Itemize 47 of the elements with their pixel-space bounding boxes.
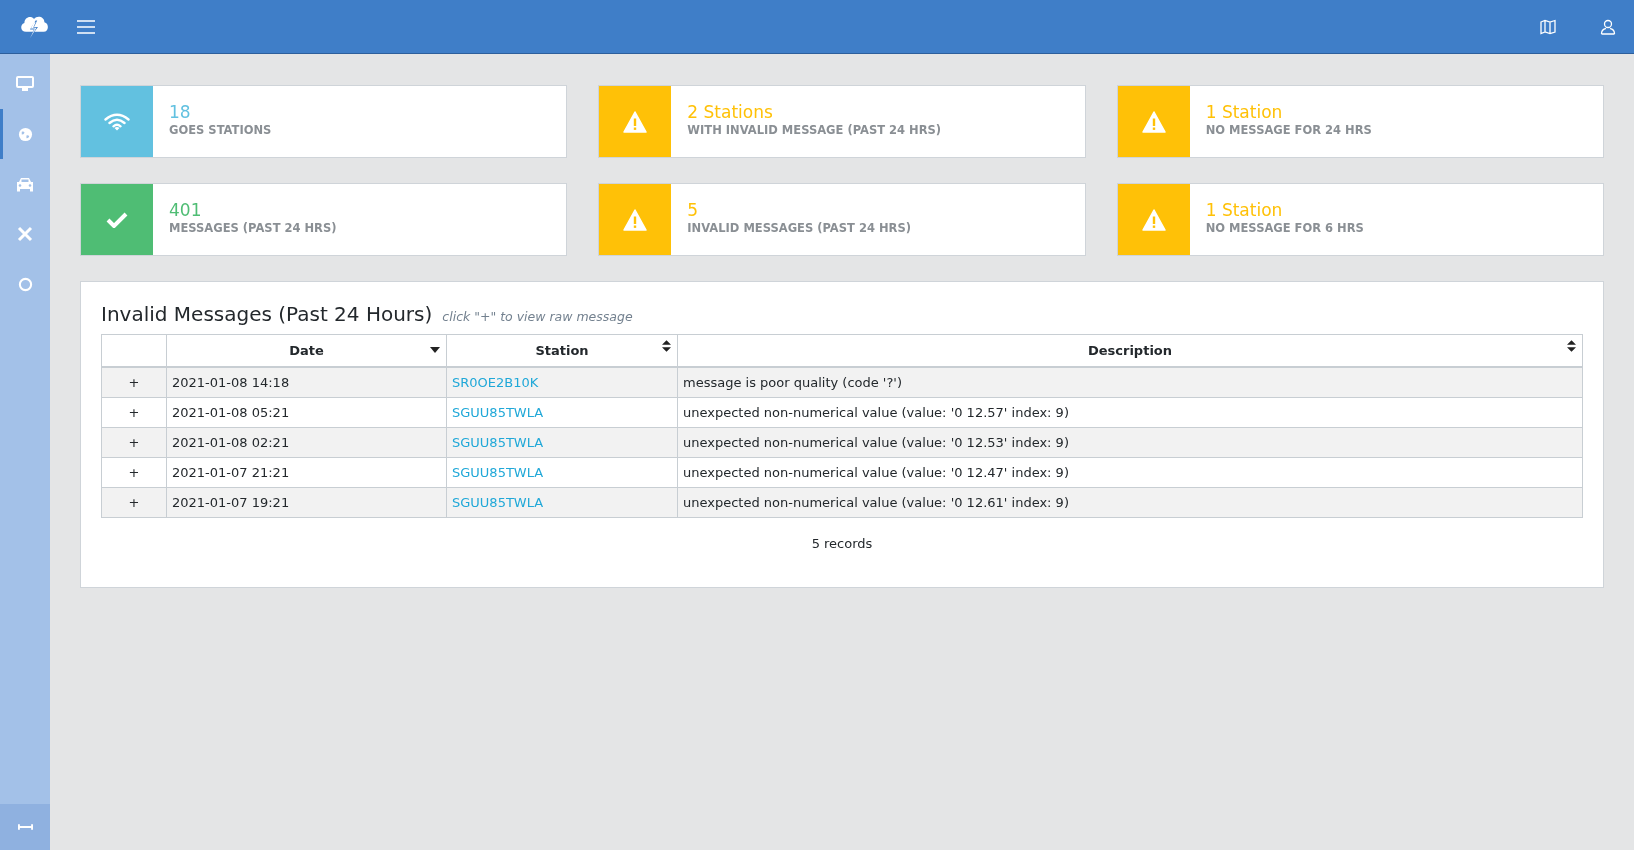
globe-icon — [17, 126, 33, 142]
description-cell: message is poor quality (code '?') — [677, 367, 1583, 398]
expand-button[interactable]: + — [126, 405, 142, 420]
stat-label: INVALID MESSAGES (PAST 24 HRS) — [687, 221, 911, 235]
stat-value: 401 — [169, 200, 203, 220]
date-cell: 2021-01-08 14:18 — [166, 367, 447, 398]
panel-title: Invalid Messages (Past 24 Hours) — [101, 302, 433, 326]
sort-descending-icon — [430, 347, 440, 353]
stat-label: WITH INVALID MESSAGE (PAST 24 HRS) — [687, 123, 942, 137]
panel-hint: click "+" to view raw message — [442, 309, 633, 324]
warning-icon — [623, 110, 648, 133]
record-count: 5 records — [811, 536, 873, 551]
description-cell: unexpected non-numerical value (value: '0 12.53' index: 9) — [677, 427, 1583, 458]
warning-icon — [1141, 110, 1166, 133]
stat-label: NO MESSAGE FOR 6 HRS — [1205, 221, 1364, 235]
description-cell: unexpected non-numerical value (value: '0 12.57' index: 9) — [677, 397, 1583, 428]
expand-button[interactable]: + — [126, 465, 142, 480]
expand-button[interactable]: + — [126, 375, 142, 390]
stat-value: 18 — [169, 102, 192, 122]
stat-value: 1 Station — [1205, 102, 1284, 122]
stat-label: GOES STATIONS — [169, 123, 272, 137]
stat-label: NO MESSAGE FOR 24 HRS — [1205, 123, 1372, 137]
date-cell: 2021-01-07 19:21 — [166, 487, 447, 518]
wifi-icon — [104, 112, 130, 131]
warning-icon — [623, 208, 648, 231]
monitor-icon — [16, 76, 34, 92]
date-cell: 2021-01-08 02:21 — [166, 427, 447, 458]
expand-button[interactable]: + — [126, 495, 142, 510]
stat-value: 1 Station — [1205, 200, 1284, 220]
sort-icon — [662, 340, 671, 352]
stat-value: 5 — [687, 200, 700, 220]
sort-icon — [1567, 340, 1576, 352]
date-cell: 2021-01-07 21:21 — [166, 457, 447, 488]
stat-label: MESSAGES (PAST 24 HRS) — [169, 221, 337, 235]
user-icon[interactable] — [1600, 18, 1616, 35]
expand-button[interactable]: + — [126, 435, 142, 450]
map-icon[interactable] — [1540, 18, 1556, 35]
circle-icon — [17, 276, 33, 292]
description-cell: unexpected non-numerical value (value: '0 12.47' index: 9) — [677, 457, 1583, 488]
car-icon — [15, 176, 35, 192]
date-cell: 2021-01-08 05:21 — [166, 397, 447, 428]
stat-value: 2 Stations — [687, 102, 774, 122]
description-cell: unexpected non-numerical value (value: '0 12.61' index: 9) — [677, 487, 1583, 518]
check-icon — [106, 211, 128, 228]
warning-icon — [1141, 208, 1166, 231]
menu-button[interactable] — [76, 18, 96, 35]
double-arrow-icon — [17, 823, 33, 831]
